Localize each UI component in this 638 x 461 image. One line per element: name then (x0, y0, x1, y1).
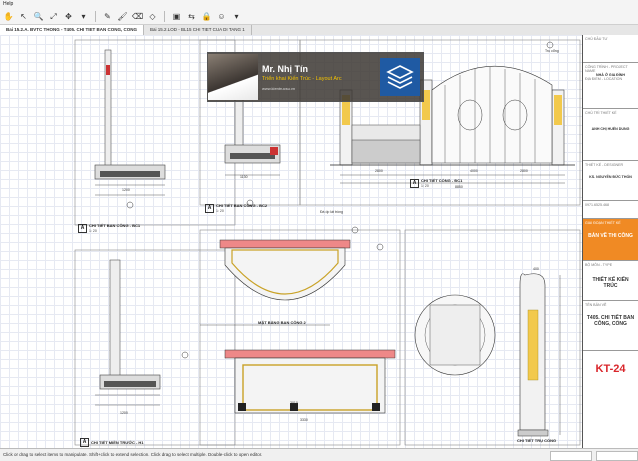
author-photo (208, 54, 258, 100)
toolbar: ✋ ↖ 🔍 ⤢ ✥ ▾ ✎ 🖌 ⌫ ◇ ▣ ⇆ 🔒 ☺ ▾ (0, 9, 638, 25)
label-tag: A (78, 223, 87, 233)
dim-text: 1130 (240, 175, 248, 179)
tb-cong-trinh: CÔNG TRÌNH - PROJECT NAME NHÀ Ở GIA ĐÌNH… (583, 63, 638, 109)
tb-hang-muc: GIAI ĐOẠN THIẾT KẾ BẢN VẼ THI CÔNG (583, 219, 638, 261)
user-icon[interactable]: ☺ (216, 11, 227, 22)
dim-text: 8850 (455, 185, 463, 189)
label-title: MẶT BẰNG BAN CÔNG 2 (258, 320, 306, 325)
fit-icon[interactable]: ⤢ (48, 11, 59, 22)
dim-text: 2010 (290, 401, 298, 405)
dim-text: 3330 (300, 418, 308, 422)
compare-icon[interactable]: ⇆ (186, 11, 197, 22)
label-title: CHI TIẾT MIỀN TRƯỚC - H1 (91, 440, 144, 445)
label-title: CHI TIẾT BAN CÔNG - BC1 (89, 223, 141, 228)
tb-label: GIAI ĐOẠN THIẾT KẾ (585, 221, 621, 225)
menu-bar: Help (0, 0, 638, 9)
author-watermark: Mr. Nhị Tín Triển khai Kiến Trúc - Layou… (207, 52, 424, 102)
label-scale: 1: 20 (421, 184, 429, 188)
dim-text: 400 (533, 267, 539, 271)
tb-so-hieu: KT-24 (583, 351, 638, 391)
status-bar: Click or drag to select items to manipul… (0, 448, 638, 461)
tb-ten-ban-ve: TÊN BẢN VẼ T405. CHI TIẾT BAN CÔNG, CỔNG (583, 301, 638, 351)
tb-value: T405. CHI TIẾT BAN CÔNG, CỔNG (586, 315, 635, 327)
toolbar-divider (164, 11, 165, 22)
label-plan: MẶT BẰNG BAN CÔNG 2 (258, 320, 306, 325)
tb-label: CHỦ ĐẦU TƯ (585, 37, 608, 41)
label-column: CHI TIẾT TRỤ CỔNG (517, 438, 556, 443)
tb-label: ĐỊA ĐIỂM - LOCATION (585, 77, 623, 81)
hand-icon[interactable]: ✋ (3, 11, 14, 22)
tb-label: TÊN BẢN VẼ (585, 303, 607, 307)
tb-value: ANH CHỊ HUẾN DUNG (591, 127, 630, 131)
tb-bo-mon: BỘ MÔN - TYPE THIẾT KẾ KIẾN TRÚC (583, 261, 638, 301)
tb-label: CÔNG TRÌNH - PROJECT NAME (585, 65, 628, 73)
label-scale: 1: 20 (89, 229, 97, 233)
bc1-section (94, 49, 166, 209)
page-icon[interactable]: ▣ (171, 11, 182, 22)
tab-bvtc-t405[interactable]: Bai 15.2.A. BVTC THONG - T405. CHI TIET … (0, 25, 145, 35)
dim-text: 2800 (375, 169, 383, 173)
gate-column-detail (414, 273, 561, 437)
tb-phone: 0971.6525.468 (583, 201, 638, 219)
label-bc1b: A CHI TIẾT MIỀN TRƯỚC - H1 (80, 438, 144, 447)
label-tag: A (410, 178, 419, 188)
shape-icon[interactable]: ◇ (147, 11, 158, 22)
label-tag: A (80, 438, 89, 447)
eraser-icon[interactable]: ⌫ (132, 11, 143, 22)
bc1b-section (95, 259, 161, 406)
label-scale: 1: 20 (216, 209, 224, 213)
dim-text: 1200 (122, 188, 130, 192)
author-site: www.kientrucsu.vn (262, 85, 296, 91)
label-bc2: A CHI TIẾT BAN CÔNG - BC2 1: 20 (205, 203, 267, 213)
dim-text: 1200 (120, 411, 128, 415)
tab-lod-bl15[interactable]: Bai 15.2.LOD - BL15 CHI TIET CUA DI TANG… (144, 25, 252, 35)
tb-value: THIẾT KẾ KIẾN TRÚC (592, 277, 629, 289)
tb-value: 0971.6525.468 (585, 203, 609, 207)
tb-chu-tri: CHỦ TRÌ THIẾT KẾ ANH CHỊ HUẾN DUNG (583, 109, 638, 161)
tb-thiet-ke: THIẾT KẾ - DESIGNER KS. NGUYỄN ĐỨC THỐN (583, 161, 638, 201)
zoom-icon[interactable]: 🔍 (33, 11, 44, 22)
note-da-op: Đá ốp lát trồng (320, 210, 343, 214)
tb-sheet-number: KT-24 (595, 363, 626, 375)
drawing-canvas[interactable]: A CHI TIẾT BAN CÔNG - BC1 1: 20 A CHI TIẾ… (0, 35, 582, 448)
chevron-down-icon[interactable]: ▾ (78, 11, 89, 22)
menu-help[interactable]: Help (3, 1, 13, 7)
select-icon[interactable]: ↖ (18, 11, 29, 22)
lock-icon[interactable]: 🔒 (201, 11, 212, 22)
label-title: CHI TIẾT BAN CÔNG - BC2 (216, 203, 268, 208)
label-bc1: A CHI TIẾT BAN CÔNG - BC1 1: 20 (78, 223, 140, 233)
tb-value: KS. NGUYỄN ĐỨC THỐN (589, 175, 632, 179)
dim-text: 4000 (470, 169, 478, 173)
tb-label: CHỦ TRÌ THIẾT KẾ (585, 111, 617, 115)
author-subtitle: Triển khai Kiến Trúc - Layout Arc (262, 75, 342, 82)
author-name: Mr. Nhị Tín (262, 63, 308, 74)
toolbar-divider (95, 11, 96, 22)
panel-bc1b (74, 249, 236, 446)
chevron-down-icon[interactable]: ▾ (231, 11, 242, 22)
dim-text: 2800 (520, 169, 528, 173)
pan-icon[interactable]: ✥ (63, 11, 74, 22)
label-title: CHI TIẾT TRỤ CỔNG (517, 438, 557, 443)
layers-logo-icon (380, 58, 420, 96)
label-title: CHI TIẾT CỔNG - ĐC1 (421, 178, 463, 183)
brush-icon[interactable]: 🖌 (117, 11, 128, 22)
pen-icon[interactable]: ✎ (102, 11, 113, 22)
title-block: CHỦ ĐẦU TƯ CÔNG TRÌNH - PROJECT NAME NHÀ… (582, 35, 638, 448)
status-text: Click or drag to select items to manipul… (3, 452, 263, 457)
tb-label: BỘ MÔN - TYPE (585, 263, 613, 267)
label-tag: A (205, 203, 214, 213)
note-tru-cong: Trụ cổng (545, 49, 559, 53)
tb-chu-dau-tu: CHỦ ĐẦU TƯ (583, 35, 638, 63)
tb-value: BẢN VẼ THI CÔNG (588, 233, 633, 239)
tb-label: THIẾT KẾ - DESIGNER (585, 163, 624, 167)
